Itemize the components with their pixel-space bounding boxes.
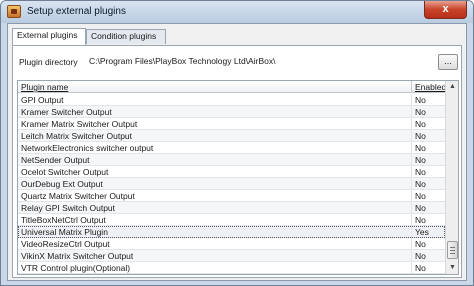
scroll-thumb[interactable] bbox=[447, 241, 458, 259]
plugin-name-cell: Kramer Switcher Output bbox=[18, 106, 412, 118]
grip-line bbox=[450, 253, 455, 254]
enabled-cell[interactable]: No bbox=[412, 154, 445, 166]
setup-plugins-window: Setup external plugins x External plugin… bbox=[0, 0, 474, 286]
table-row[interactable]: Leitch Matrix Switcher Output No bbox=[18, 130, 445, 142]
enabled-cell[interactable]: No bbox=[412, 238, 445, 250]
grip-line bbox=[450, 247, 455, 248]
plugin-name-cell: Quartz Matrix Switcher Output bbox=[18, 190, 412, 202]
table-row[interactable]: VideoResizeCtrl Output No bbox=[18, 238, 445, 250]
vertical-scrollbar[interactable]: ▲ ▼ bbox=[445, 81, 458, 274]
title-bar[interactable]: Setup external plugins x bbox=[1, 1, 473, 23]
tab-condition-plugins[interactable]: Condition plugins bbox=[86, 29, 166, 44]
plugin-directory-field[interactable]: C:\Program Files\PlayBox Technology Ltd\… bbox=[89, 53, 429, 69]
close-button[interactable]: x bbox=[424, 1, 467, 19]
table-row[interactable]: Ocelot Switcher Output No bbox=[18, 166, 445, 178]
table-row[interactable]: Kramer Matrix Switcher Output No bbox=[18, 118, 445, 130]
table-row[interactable]: Kramer Switcher Output No bbox=[18, 106, 445, 118]
table-row[interactable]: NetworkElectronics switcher output No bbox=[18, 142, 445, 154]
external-plugins-panel: Plugin directory C:\Program Files\PlayBo… bbox=[12, 45, 462, 278]
table-body: GPI Output No Kramer Switcher Output No Kram… bbox=[18, 94, 445, 274]
plugin-directory-label: Plugin directory bbox=[19, 57, 78, 67]
app-icon bbox=[7, 5, 21, 18]
scroll-down-icon[interactable]: ▼ bbox=[446, 262, 458, 274]
browse-button[interactable]: ... bbox=[438, 54, 458, 70]
enabled-cell[interactable]: Yes bbox=[412, 226, 445, 238]
enabled-cell[interactable]: No bbox=[412, 202, 445, 214]
scroll-up-icon[interactable]: ▲ bbox=[446, 81, 458, 93]
plugins-table: Plugin name Enabled GPI Output No Kramer S… bbox=[17, 80, 459, 275]
table-row[interactable]: OurDebug Ext Output No bbox=[18, 178, 445, 190]
table-row[interactable]: VikinX Matrix Switcher Output No bbox=[18, 250, 445, 262]
plugin-name-cell: VideoResizeCtrl Output bbox=[18, 238, 412, 250]
plugin-name-cell: Ocelot Switcher Output bbox=[18, 166, 412, 178]
plugin-name-cell: Relay GPI Switch Output bbox=[18, 202, 412, 214]
enabled-cell[interactable]: No bbox=[412, 262, 445, 274]
table-row[interactable]: Quartz Matrix Switcher Output No bbox=[18, 190, 445, 202]
table-row[interactable]: VTR Control plugin(Optional) No bbox=[18, 262, 445, 274]
enabled-cell[interactable]: No bbox=[412, 250, 445, 262]
table-row[interactable]: Universal Matrix Plugin Yes bbox=[18, 226, 445, 238]
plugin-name-cell: GPI Output bbox=[18, 94, 412, 106]
enabled-cell[interactable]: No bbox=[412, 214, 445, 226]
table-row[interactable]: NetSender Output No bbox=[18, 154, 445, 166]
enabled-cell[interactable]: No bbox=[412, 178, 445, 190]
table-row[interactable]: TitleBoxNetCtrl Output No bbox=[18, 214, 445, 226]
plugin-name-cell: Kramer Matrix Switcher Output bbox=[18, 118, 412, 130]
table-row[interactable]: Relay GPI Switch Output No bbox=[18, 202, 445, 214]
column-header-enabled[interactable]: Enabled bbox=[412, 81, 446, 93]
grip-line bbox=[450, 250, 455, 251]
enabled-cell[interactable]: No bbox=[412, 94, 445, 106]
enabled-cell[interactable]: No bbox=[412, 142, 445, 154]
tab-external-plugins[interactable]: External plugins bbox=[12, 28, 86, 45]
plugin-name-cell: NetSender Output bbox=[18, 154, 412, 166]
enabled-cell[interactable]: No bbox=[412, 166, 445, 178]
plugin-name-cell: VTR Control plugin(Optional) bbox=[18, 262, 412, 274]
plugin-name-cell: OurDebug Ext Output bbox=[18, 178, 412, 190]
window-title: Setup external plugins bbox=[27, 6, 126, 17]
enabled-cell[interactable]: No bbox=[412, 190, 445, 202]
plugin-name-cell: TitleBoxNetCtrl Output bbox=[18, 214, 412, 226]
table-header: Plugin name Enabled bbox=[18, 81, 446, 93]
plugin-name-cell: NetworkElectronics switcher output bbox=[18, 142, 412, 154]
enabled-cell[interactable]: No bbox=[412, 130, 445, 142]
enabled-cell[interactable]: No bbox=[412, 106, 445, 118]
column-header-plugin-name[interactable]: Plugin name bbox=[18, 81, 412, 93]
enabled-cell[interactable]: No bbox=[412, 118, 445, 130]
plugin-name-cell: Leitch Matrix Switcher Output bbox=[18, 130, 412, 142]
plugin-name-cell: Universal Matrix Plugin bbox=[18, 226, 412, 238]
plugin-name-cell: VikinX Matrix Switcher Output bbox=[18, 250, 412, 262]
table-row[interactable]: GPI Output No bbox=[18, 94, 445, 106]
dialog-body: External plugins Condition plugins Plugi… bbox=[7, 23, 467, 281]
